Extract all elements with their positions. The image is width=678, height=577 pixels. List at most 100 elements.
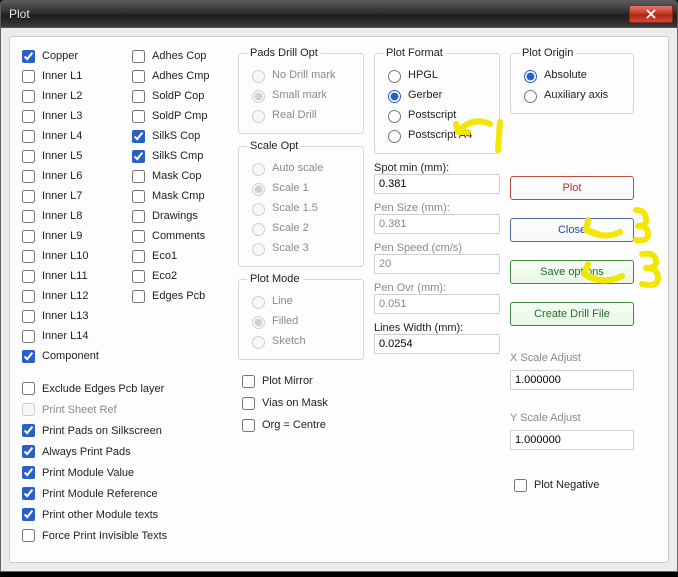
layer-a5-checkbox[interactable] bbox=[22, 150, 35, 163]
plot-negative-checkbox[interactable] bbox=[514, 479, 527, 492]
layer-b3-checkbox[interactable] bbox=[132, 110, 145, 123]
layer-b2-label: SoldP Cop bbox=[152, 90, 204, 102]
plot-origin-1-radio[interactable] bbox=[524, 90, 537, 103]
layer-a4-checkbox[interactable] bbox=[22, 130, 35, 143]
layer-a5-label: Inner L5 bbox=[42, 150, 82, 162]
field-0-input[interactable] bbox=[374, 174, 500, 194]
pads-drill-0-radio bbox=[252, 70, 265, 83]
layer-b4-checkbox[interactable] bbox=[132, 130, 145, 143]
opt-4-checkbox[interactable] bbox=[22, 466, 35, 479]
layer-column-1: CopperInner L1Inner L2Inner L3Inner L4In… bbox=[18, 47, 118, 365]
plot-mode-2-label: Sketch bbox=[272, 335, 306, 347]
layer-b6-checkbox[interactable] bbox=[132, 170, 145, 183]
scale-opt-legend: Scale Opt bbox=[247, 140, 301, 152]
layer-b9-checkbox[interactable] bbox=[132, 230, 145, 243]
opt-5-checkbox[interactable] bbox=[22, 487, 35, 500]
layer-b1-label: Adhes Cmp bbox=[152, 70, 209, 82]
layer-a14-checkbox[interactable] bbox=[22, 330, 35, 343]
plot-origin-legend: Plot Origin bbox=[519, 47, 576, 59]
field-1-input[interactable] bbox=[374, 214, 500, 234]
plot-mode-1-label: Filled bbox=[272, 315, 298, 327]
layer-a10-label: Inner L10 bbox=[42, 250, 88, 262]
plot-format-1-label: Gerber bbox=[408, 89, 442, 101]
plot-format-3-label: Postscript A4 bbox=[408, 129, 472, 141]
plot-mode-group: Plot Mode LineFilledSketch bbox=[238, 273, 364, 360]
col3-check-2-checkbox[interactable] bbox=[242, 419, 255, 432]
layer-a10-checkbox[interactable] bbox=[22, 250, 35, 263]
layer-a11-checkbox[interactable] bbox=[22, 270, 35, 283]
field-2-label: Pen Speed (cm/s) bbox=[374, 242, 500, 254]
field-3-input[interactable] bbox=[374, 294, 500, 314]
opt-4-label: Print Module Value bbox=[42, 467, 134, 479]
layer-a3-label: Inner L3 bbox=[42, 110, 82, 122]
layer-b8-checkbox[interactable] bbox=[132, 210, 145, 223]
opt-0-label: Exclude Edges Pcb layer bbox=[42, 383, 164, 395]
close-icon bbox=[646, 9, 656, 19]
layer-b2-checkbox[interactable] bbox=[132, 90, 145, 103]
layer-b10-label: Eco1 bbox=[152, 250, 177, 262]
layer-a1-checkbox[interactable] bbox=[22, 70, 35, 83]
save-options-button[interactable]: Save options bbox=[510, 260, 634, 284]
layer-a6-checkbox[interactable] bbox=[22, 170, 35, 183]
opt-0-checkbox[interactable] bbox=[22, 382, 35, 395]
pads-drill-2-label: Real Drill bbox=[272, 109, 317, 121]
layer-b8-label: Drawings bbox=[152, 210, 198, 222]
layer-a12-label: Inner L12 bbox=[42, 290, 88, 302]
plot-mode-1-radio bbox=[252, 316, 265, 329]
field-3-label: Pen Ovr (mm): bbox=[374, 282, 500, 294]
layer-a7-checkbox[interactable] bbox=[22, 190, 35, 203]
pads-drill-1-label: Small mark bbox=[272, 89, 327, 101]
layer-b12-checkbox[interactable] bbox=[132, 290, 145, 303]
plot-button[interactable]: Plot bbox=[510, 176, 634, 200]
scale-opt-2-radio bbox=[252, 203, 265, 216]
layer-a8-checkbox[interactable] bbox=[22, 210, 35, 223]
layer-b11-label: Eco2 bbox=[152, 270, 177, 282]
layer-b9-label: Comments bbox=[152, 230, 205, 242]
layer-b4-label: SilkS Cop bbox=[152, 130, 200, 142]
plot-mode-0-radio bbox=[252, 296, 265, 309]
layer-a4-label: Inner L4 bbox=[42, 130, 82, 142]
opt-1-checkbox[interactable] bbox=[22, 403, 35, 416]
layer-a0-label: Copper bbox=[42, 50, 78, 62]
plot-origin-group: Plot Origin AbsoluteAuxiliary axis bbox=[510, 47, 634, 114]
layer-a9-checkbox[interactable] bbox=[22, 230, 35, 243]
window-close-button[interactable] bbox=[629, 5, 673, 23]
opt-7-checkbox[interactable] bbox=[22, 529, 35, 542]
layer-a13-checkbox[interactable] bbox=[22, 310, 35, 323]
layer-a0-checkbox[interactable] bbox=[22, 50, 35, 63]
col3-check-1-checkbox[interactable] bbox=[242, 397, 255, 410]
layer-b0-checkbox[interactable] bbox=[132, 50, 145, 63]
layer-b7-checkbox[interactable] bbox=[132, 190, 145, 203]
field-2-input[interactable] bbox=[374, 254, 500, 274]
layer-b12-label: Edges Pcb bbox=[152, 290, 205, 302]
layer-column-2: Adhes CopAdhes CmpSoldP CopSoldP CmpSilk… bbox=[128, 47, 228, 365]
field-4-input[interactable] bbox=[374, 334, 500, 354]
plot-format-2-radio[interactable] bbox=[388, 110, 401, 123]
layer-b1-checkbox[interactable] bbox=[132, 70, 145, 83]
layer-a12-checkbox[interactable] bbox=[22, 290, 35, 303]
plot-origin-0-radio[interactable] bbox=[524, 70, 537, 83]
layer-b11-checkbox[interactable] bbox=[132, 270, 145, 283]
left-column-wrap: CopperInner L1Inner L2Inner L3Inner L4In… bbox=[18, 47, 228, 552]
pads-drill-0-label: No Drill mark bbox=[272, 69, 336, 81]
layer-a3-checkbox[interactable] bbox=[22, 110, 35, 123]
x-scale-input[interactable] bbox=[510, 370, 634, 390]
opt-2-checkbox[interactable] bbox=[22, 424, 35, 437]
plot-format-1-radio[interactable] bbox=[388, 90, 401, 103]
opt-6-checkbox[interactable] bbox=[22, 508, 35, 521]
main-panel: CopperInner L1Inner L2Inner L3Inner L4In… bbox=[9, 36, 669, 563]
create-drill-file-button[interactable]: Create Drill File bbox=[510, 302, 634, 326]
plot-format-0-radio[interactable] bbox=[388, 70, 401, 83]
plot-mode-2-radio bbox=[252, 336, 265, 349]
layer-a15-checkbox[interactable] bbox=[22, 350, 35, 363]
plot-format-3-radio[interactable] bbox=[388, 130, 401, 143]
close-button[interactable]: Close bbox=[510, 218, 634, 242]
layer-b10-checkbox[interactable] bbox=[132, 250, 145, 263]
field-1-label: Pen Size (mm): bbox=[374, 202, 500, 214]
opt-1-label: Print Sheet Ref bbox=[42, 404, 117, 416]
layer-b5-checkbox[interactable] bbox=[132, 150, 145, 163]
layer-a2-checkbox[interactable] bbox=[22, 90, 35, 103]
y-scale-input[interactable] bbox=[510, 430, 634, 450]
col3-check-0-checkbox[interactable] bbox=[242, 375, 255, 388]
opt-3-checkbox[interactable] bbox=[22, 445, 35, 458]
